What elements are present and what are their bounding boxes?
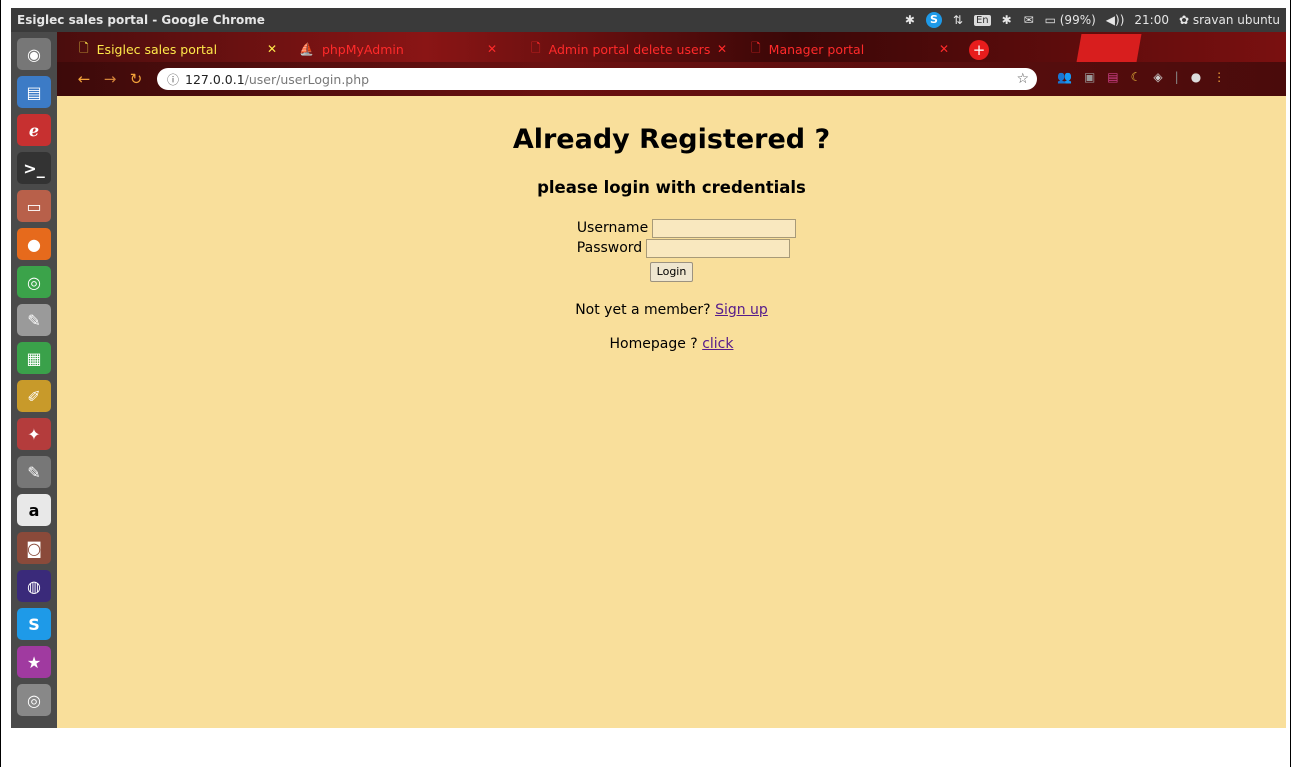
new-tab-button[interactable]: +: [969, 40, 989, 60]
screen: Esiglec sales portal - Google Chrome ✱ S…: [0, 0, 1291, 767]
keyboard-layout-indicator[interactable]: En: [973, 14, 991, 26]
password-label: Password: [576, 240, 643, 256]
bluetooth-icon[interactable]: ✱: [904, 13, 916, 27]
login-button[interactable]: Login: [649, 261, 694, 282]
battery-indicator[interactable]: ▭ (99%): [1045, 13, 1096, 27]
amazon-launcher-icon[interactable]: a: [17, 494, 51, 526]
system-tray: ✱ S ⇅ En ✱ ✉ ▭ (99%) ◀)) 21:00 ✿ sravan …: [904, 12, 1286, 28]
mail-icon[interactable]: ✉: [1023, 13, 1035, 27]
tab-admin-portal-delete-users[interactable]: 🗋 Admin portal delete users ✕: [519, 36, 737, 62]
page-heading: Already Registered ?: [512, 124, 831, 155]
info-icon[interactable]: ⓘ: [167, 71, 179, 88]
tab-label: phpMyAdmin: [321, 41, 404, 57]
homepage-prefix: Homepage ?: [609, 336, 698, 352]
close-tab-icon[interactable]: ✕: [267, 42, 277, 56]
moon-extension-icon[interactable]: ☾: [1131, 70, 1142, 84]
close-tab-icon[interactable]: ✕: [939, 42, 949, 56]
signup-link[interactable]: Sign up: [715, 302, 768, 318]
login-form: Username Password Login: [57, 218, 1286, 282]
password-input[interactable]: [646, 238, 791, 258]
signup-prefix: Not yet a member?: [575, 302, 711, 318]
username-input[interactable]: [652, 218, 797, 238]
spreadsheet-launcher-icon[interactable]: ▦: [17, 342, 51, 374]
bookmark-star-icon[interactable]: ☆: [1016, 71, 1029, 87]
pencil-launcher-icon[interactable]: ✐: [17, 380, 51, 412]
tab-label: Admin portal delete users: [548, 41, 711, 57]
camera-launcher-icon[interactable]: ◙: [17, 532, 51, 564]
tab-label: Manager portal: [768, 41, 865, 57]
firefox-launcher-icon[interactable]: ●: [17, 228, 51, 260]
back-arrow-icon[interactable]: ←: [71, 70, 97, 88]
page-subheading: please login with credentials: [537, 178, 806, 197]
reload-icon[interactable]: ↻: [123, 70, 149, 88]
bluetooth-secondary-icon[interactable]: ✱: [1001, 13, 1013, 27]
notes-launcher-icon[interactable]: ✎: [17, 456, 51, 488]
clock[interactable]: 21:00: [1134, 13, 1169, 27]
username-label: Username: [576, 220, 649, 236]
signup-line: Not yet a member? Sign up: [57, 302, 1286, 318]
homepage-link[interactable]: click: [702, 336, 733, 352]
eclipse-launcher-icon[interactable]: ◍: [17, 570, 51, 602]
cast-extension-icon[interactable]: ▣: [1084, 70, 1095, 84]
close-tab-icon[interactable]: ✕: [487, 42, 497, 56]
acrobat-launcher-icon[interactable]: ℯ: [17, 114, 51, 146]
tab-manager-portal[interactable]: 🗋 Manager portal ✕: [739, 36, 959, 62]
theme-artwork: [1076, 34, 1142, 62]
homepage-line: Homepage ? click: [57, 336, 1286, 352]
forward-arrow-icon[interactable]: →: [97, 70, 123, 88]
tab-label: Esiglec sales portal: [96, 41, 218, 57]
skype-launcher-icon[interactable]: S: [17, 608, 51, 640]
skype-tray-icon[interactable]: S: [925, 12, 942, 28]
address-bar[interactable]: ⓘ 127.0.0.1 /user/userLogin.php ☆: [157, 68, 1037, 90]
stars-launcher-icon[interactable]: ★: [17, 646, 51, 678]
launcher-sidebar: ◉ ▤ ℯ >_ ▭ ● ◎ ✎ ▦ ✐ ✦ ✎ a ◙ ◍ S ★ ◎: [11, 32, 57, 728]
archive-launcher-icon[interactable]: ▭: [17, 190, 51, 222]
volume-icon[interactable]: ◀)): [1106, 13, 1125, 27]
user-menu[interactable]: ✿ sravan ubuntu: [1179, 13, 1280, 27]
profile-avatar-icon[interactable]: ●: [1191, 70, 1201, 84]
tab-strip: 🗋 Esiglec sales portal ✕ ⛵ phpMyAdmin ✕ …: [57, 32, 1286, 62]
top-panel: Esiglec sales portal - Google Chrome ✱ S…: [11, 8, 1286, 32]
separator: |: [1174, 70, 1179, 84]
calendar-extension-icon[interactable]: ▤: [1107, 70, 1118, 84]
close-tab-icon[interactable]: ✕: [717, 42, 727, 56]
tools-launcher-icon[interactable]: ✦: [17, 418, 51, 450]
network-icon[interactable]: ⇅: [952, 13, 964, 27]
people-extension-icon[interactable]: 👥: [1057, 70, 1072, 84]
text-editor-launcher-icon[interactable]: ✎: [17, 304, 51, 336]
incognito-extension-icon[interactable]: ◈: [1153, 70, 1162, 84]
files-launcher-icon[interactable]: ▤: [17, 76, 51, 108]
browser-toolbar: ← → ↻ ⓘ 127.0.0.1 /user/userLogin.php ☆ …: [57, 62, 1286, 96]
tab-phpmyadmin[interactable]: ⛵ phpMyAdmin ✕: [287, 36, 507, 62]
extensions-area: 👥 ▣ ▤ ☾ ◈ | ● ⋮: [1057, 70, 1225, 84]
desktop-frame: Esiglec sales portal - Google Chrome ✱ S…: [11, 8, 1286, 728]
chrome-launcher-icon[interactable]: ◎: [17, 266, 51, 298]
url-path: /user/userLogin.php: [244, 71, 370, 87]
tab-esiglec-sales-portal[interactable]: 🗋 Esiglec sales portal ✕: [67, 36, 287, 62]
sailboat-icon: ⛵: [299, 42, 314, 56]
page-icon: 🗋: [751, 40, 761, 55]
page-content: Already Registered ? please login with c…: [57, 96, 1286, 728]
url-host: 127.0.0.1: [185, 71, 245, 87]
page-icon: 🗋: [531, 40, 541, 55]
menu-kebab-icon[interactable]: ⋮: [1213, 70, 1225, 84]
page-icon: 🗋: [79, 40, 89, 55]
disc-launcher-icon[interactable]: ◎: [17, 684, 51, 716]
terminal-launcher-icon[interactable]: >_: [17, 152, 51, 184]
window-title: Esiglec sales portal - Google Chrome: [17, 13, 265, 27]
dash-launcher-icon[interactable]: ◉: [17, 38, 51, 70]
